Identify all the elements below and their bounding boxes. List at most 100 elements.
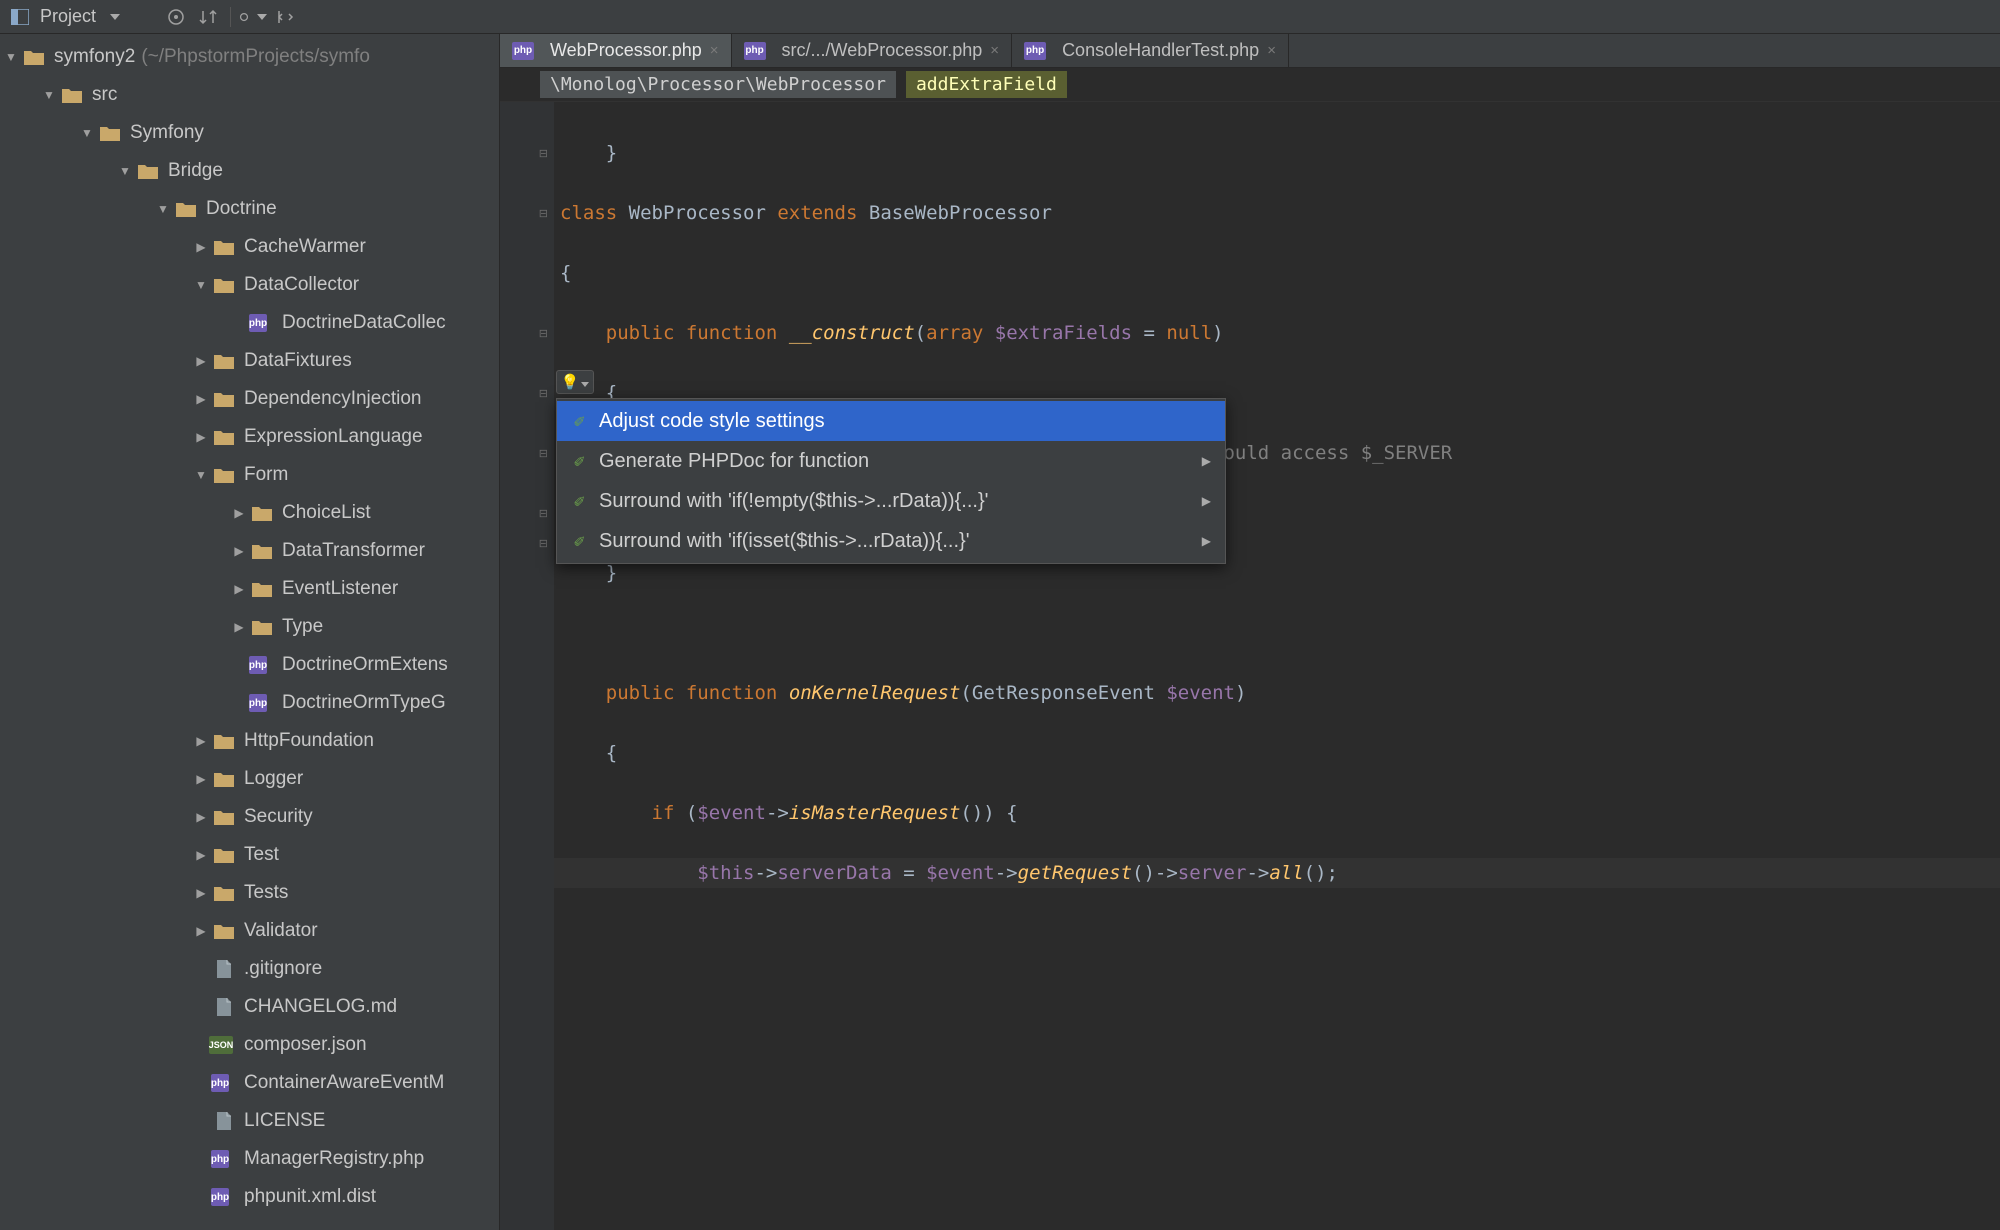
- tree-item[interactable]: Doctrine: [0, 190, 499, 228]
- tree-arrow-icon[interactable]: [228, 620, 250, 634]
- collapse-icon[interactable]: [271, 3, 299, 31]
- fold-icon[interactable]: ⊟: [539, 387, 548, 400]
- intention-action[interactable]: ✏Adjust code style settings: [557, 401, 1225, 441]
- tree-item[interactable]: HttpFoundation: [0, 722, 499, 760]
- sort-icon[interactable]: [194, 3, 222, 31]
- tree-item[interactable]: phpManagerRegistry.php: [0, 1140, 499, 1178]
- close-icon[interactable]: ×: [710, 42, 719, 59]
- intention-popup[interactable]: ✏Adjust code style settings✏Generate PHP…: [556, 398, 1226, 564]
- tree-item[interactable]: Bridge: [0, 152, 499, 190]
- tree-arrow-icon[interactable]: [152, 202, 174, 216]
- tree-item-label: DependencyInjection: [244, 388, 421, 410]
- fold-icon[interactable]: ⊟: [539, 507, 548, 520]
- tree-item-label: ContainerAwareEventM: [244, 1072, 444, 1094]
- target-icon[interactable]: [162, 3, 190, 31]
- tree-arrow-icon[interactable]: [114, 164, 136, 178]
- folder-icon: [212, 351, 236, 371]
- editor-tab[interactable]: phpsrc/.../WebProcessor.php×: [732, 34, 1013, 67]
- tree-item[interactable]: EventListener: [0, 570, 499, 608]
- tree-item-label: Symfony: [130, 122, 204, 144]
- tree-item[interactable]: DataTransformer: [0, 532, 499, 570]
- folder-icon: [212, 465, 236, 485]
- tree-item[interactable]: Test: [0, 836, 499, 874]
- folder-icon: [212, 883, 236, 903]
- intention-action[interactable]: ✏Generate PHPDoc for function▶: [557, 441, 1225, 481]
- submenu-arrow-icon: ▶: [1202, 494, 1211, 508]
- tab-label: src/.../WebProcessor.php: [782, 40, 983, 61]
- tree-item[interactable]: Security: [0, 798, 499, 836]
- breadcrumb-method[interactable]: addExtraField: [906, 71, 1067, 98]
- tree-item-label: DoctrineOrmExtens: [282, 654, 448, 676]
- tree-item[interactable]: phpDoctrineOrmTypeG: [0, 684, 499, 722]
- tree-arrow-icon[interactable]: [190, 240, 212, 254]
- tree-item[interactable]: CacheWarmer: [0, 228, 499, 266]
- tree-item[interactable]: phpDoctrineOrmExtens: [0, 646, 499, 684]
- close-icon[interactable]: ×: [990, 42, 999, 59]
- tree-arrow-icon[interactable]: [190, 392, 212, 406]
- tree-root-path: (~/PhpstormProjects/symfo: [141, 46, 370, 68]
- tree-item[interactable]: Validator: [0, 912, 499, 950]
- tree-item[interactable]: src: [0, 76, 499, 114]
- fold-icon[interactable]: ⊟: [539, 537, 548, 550]
- file-icon: [212, 997, 236, 1017]
- tree-arrow-icon[interactable]: [228, 506, 250, 520]
- tree-item[interactable]: phpphpunit.xml.dist: [0, 1178, 499, 1216]
- tree-arrow-icon[interactable]: [190, 430, 212, 444]
- intention-action[interactable]: ✏Surround with 'if(!empty($this->...rDat…: [557, 481, 1225, 521]
- tree-arrow-icon[interactable]: [228, 544, 250, 558]
- tree-item[interactable]: phpDoctrineDataCollec: [0, 304, 499, 342]
- tree-item[interactable]: ChoiceList: [0, 494, 499, 532]
- tree-item-label: Form: [244, 464, 288, 486]
- tree-item[interactable]: Tests: [0, 874, 499, 912]
- intention-bulb[interactable]: 💡: [556, 370, 594, 394]
- tree-item[interactable]: CHANGELOG.md: [0, 988, 499, 1026]
- tree-arrow-icon[interactable]: [38, 88, 60, 102]
- intention-action-label: Surround with 'if(!empty($this->...rData…: [599, 490, 988, 513]
- project-tree[interactable]: symfony2 (~/PhpstormProjects/symfo src S…: [0, 34, 500, 1230]
- tree-arrow-icon[interactable]: [190, 848, 212, 862]
- tree-item[interactable]: JSONcomposer.json: [0, 1026, 499, 1064]
- chevron-down-icon: [581, 371, 589, 393]
- file-icon: [212, 1111, 236, 1131]
- editor-tab[interactable]: phpWebProcessor.php×: [500, 34, 732, 67]
- tree-arrow-icon[interactable]: [0, 50, 22, 64]
- project-dropdown[interactable]: Project: [36, 3, 130, 31]
- code-editor[interactable]: ⊟ ⊟ ⊟ ⊟ ⊟ ⊟ ⊟ } class WebProcessor exten…: [500, 102, 2000, 1230]
- tree-arrow-icon[interactable]: [190, 734, 212, 748]
- folder-icon: [212, 389, 236, 409]
- project-view-icon[interactable]: [6, 3, 34, 31]
- tree-arrow-icon[interactable]: [190, 924, 212, 938]
- tree-root[interactable]: symfony2 (~/PhpstormProjects/symfo: [0, 38, 499, 76]
- tree-item[interactable]: Logger: [0, 760, 499, 798]
- tree-arrow-icon[interactable]: [228, 582, 250, 596]
- fold-icon[interactable]: ⊟: [539, 207, 548, 220]
- tree-item[interactable]: Symfony: [0, 114, 499, 152]
- tree-item[interactable]: Type: [0, 608, 499, 646]
- intention-action[interactable]: ✏Surround with 'if(isset($this->...rData…: [557, 521, 1225, 561]
- tree-item[interactable]: DataCollector: [0, 266, 499, 304]
- tree-item[interactable]: Form: [0, 456, 499, 494]
- tree-arrow-icon[interactable]: [76, 126, 98, 140]
- tree-arrow-icon[interactable]: [190, 278, 212, 292]
- gear-icon[interactable]: [239, 3, 267, 31]
- fold-icon[interactable]: ⊟: [539, 147, 548, 160]
- tree-arrow-icon[interactable]: [190, 886, 212, 900]
- tree-item[interactable]: DataFixtures: [0, 342, 499, 380]
- code-body[interactable]: } class WebProcessor extends BaseWebProc…: [554, 102, 2000, 1230]
- tree-item[interactable]: LICENSE: [0, 1102, 499, 1140]
- tree-arrow-icon[interactable]: [190, 810, 212, 824]
- fold-icon[interactable]: ⊟: [539, 327, 548, 340]
- tree-item[interactable]: ExpressionLanguage: [0, 418, 499, 456]
- tree-item[interactable]: DependencyInjection: [0, 380, 499, 418]
- pencil-icon: ✏: [567, 408, 592, 433]
- fold-icon[interactable]: ⊟: [539, 447, 548, 460]
- submenu-arrow-icon: ▶: [1202, 534, 1211, 548]
- breadcrumb-namespace[interactable]: \Monolog\Processor\WebProcessor: [540, 71, 896, 98]
- tree-item[interactable]: .gitignore: [0, 950, 499, 988]
- tree-arrow-icon[interactable]: [190, 354, 212, 368]
- tree-arrow-icon[interactable]: [190, 468, 212, 482]
- tree-item[interactable]: phpContainerAwareEventM: [0, 1064, 499, 1102]
- tree-arrow-icon[interactable]: [190, 772, 212, 786]
- close-icon[interactable]: ×: [1267, 42, 1276, 59]
- editor-tab[interactable]: phpConsoleHandlerTest.php×: [1012, 34, 1289, 67]
